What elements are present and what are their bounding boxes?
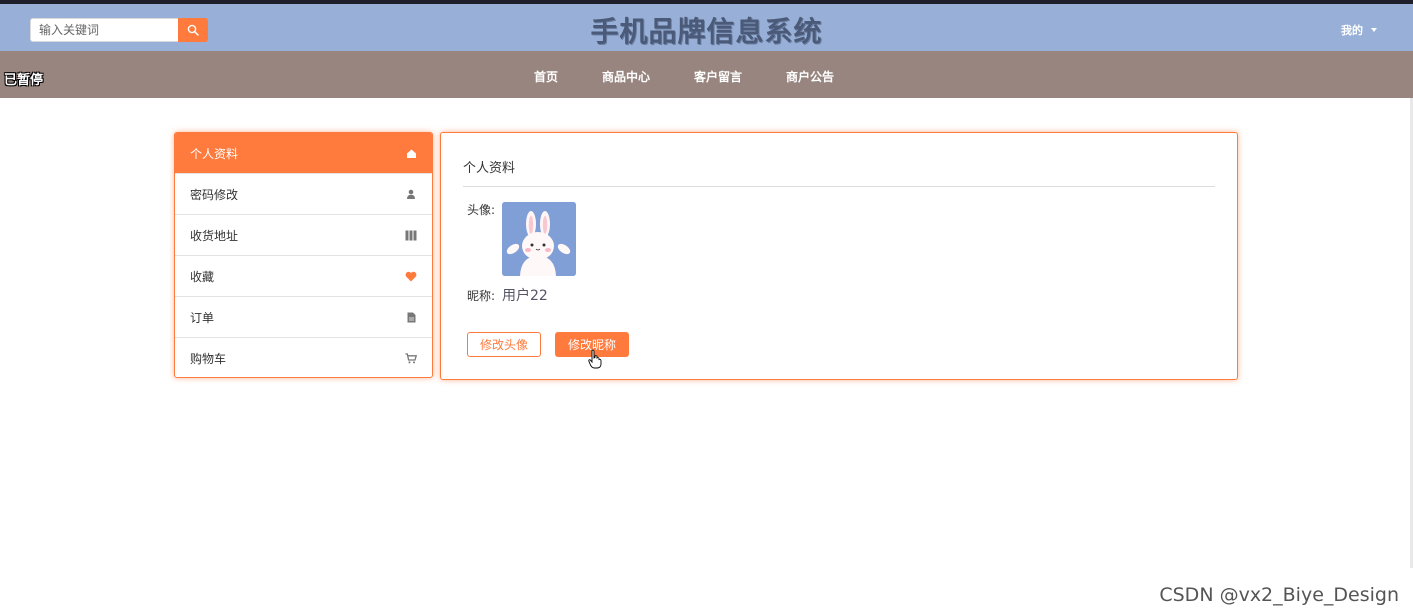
heart-icon (405, 270, 417, 282)
header: 手机品牌信息系统 我的 (0, 4, 1413, 51)
sidebar-item-label: 收藏 (190, 269, 215, 284)
sidebar-item-label: 订单 (190, 310, 215, 325)
sidebar-item-label: 个人资料 (190, 146, 239, 161)
nav-item-announcements[interactable]: 商户公告 (786, 68, 834, 85)
user-sidebar: 个人资料 密码修改 收货地址 收藏 订单 购物车 (174, 132, 433, 378)
search-icon (187, 24, 199, 36)
nickname-value: 用户22 (502, 288, 548, 304)
sidebar-item-favorites[interactable]: 收藏 (175, 256, 432, 297)
nav-item-messages[interactable]: 客户留言 (694, 68, 742, 85)
user-icon (405, 188, 417, 200)
nickname-label: 昵称: (467, 289, 496, 303)
sidebar-item-label: 密码修改 (190, 187, 239, 202)
user-menu-label: 我的 (1341, 24, 1363, 37)
sidebar-item-label: 购物车 (190, 352, 227, 366)
nav-item-products[interactable]: 商品中心 (602, 68, 650, 85)
nav-items: 首页 商品中心 客户留言 商户公告 (534, 68, 878, 85)
sidebar-item-cart[interactable]: 购物车 (175, 338, 432, 377)
nav-item-home[interactable]: 首页 (534, 68, 558, 85)
paused-overlay-text: 已暂停 (4, 73, 44, 88)
main-nav: 已暂停 首页 商品中心 客户留言 商户公告 (0, 51, 1413, 98)
panel-title: 个人资料 (463, 161, 516, 176)
search-button[interactable] (178, 18, 208, 42)
bunny-avatar-image (502, 202, 576, 276)
sidebar-item-address[interactable]: 收货地址 (175, 215, 432, 256)
watermark-text: CSDN @vx2_Biye_Design (1159, 584, 1399, 606)
file-icon (405, 311, 417, 323)
cart-icon (405, 353, 417, 365)
sidebar-item-password[interactable]: 密码修改 (175, 174, 432, 215)
search-box (30, 18, 208, 42)
profile-panel: 个人资料 头像: 昵称: 用户22 修改头像 修改昵称 (440, 132, 1238, 380)
sidebar-item-label: 收货地址 (190, 228, 239, 243)
sidebar-item-profile[interactable]: 个人资料 (175, 133, 432, 174)
map-icon (405, 229, 417, 241)
home-icon (405, 147, 417, 159)
site-title: 手机品牌信息系统 (590, 15, 823, 48)
search-input[interactable] (30, 18, 178, 42)
avatar (502, 202, 576, 276)
sidebar-item-orders[interactable]: 订单 (175, 297, 432, 338)
change-avatar-button[interactable]: 修改头像 (467, 332, 541, 357)
avatar-label: 头像: (467, 203, 496, 217)
user-menu[interactable]: 我的 (1341, 22, 1377, 38)
hand-cursor-icon (588, 349, 602, 369)
chevron-down-icon (1371, 28, 1377, 32)
divider (463, 186, 1215, 187)
